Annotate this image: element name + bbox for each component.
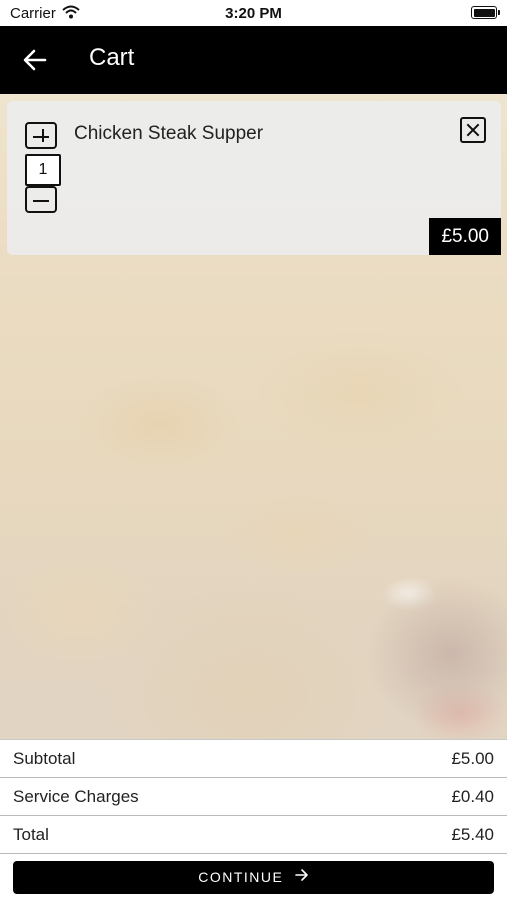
service-charges-label: Service Charges: [13, 787, 139, 806]
back-arrow-icon[interactable]: [22, 48, 48, 72]
remove-item-button[interactable]: [460, 117, 486, 143]
increment-button[interactable]: [25, 122, 57, 149]
quantity-stepper: 1: [25, 122, 61, 215]
decrement-button[interactable]: [25, 186, 57, 213]
order-summary: Subtotal £5.00 Service Charges £0.40 Tot…: [0, 739, 507, 901]
item-price: £5.00: [429, 218, 501, 255]
total-label: Total: [13, 825, 49, 844]
status-bar: Carrier 3:20 PM: [0, 0, 507, 26]
service-charges-value: £0.40: [451, 787, 494, 806]
continue-button[interactable]: CONTINUE: [13, 861, 494, 894]
quantity-value[interactable]: 1: [25, 154, 61, 186]
subtotal-label: Subtotal: [13, 749, 76, 768]
battery-icon: [471, 6, 500, 19]
total-value: £5.40: [451, 825, 494, 844]
subtotal-row: Subtotal £5.00: [0, 740, 507, 778]
app-header: Cart: [0, 26, 507, 94]
cart-item-card: 1 Chicken Steak Supper £5.00: [7, 101, 501, 255]
item-name: Chicken Steak Supper: [74, 123, 264, 144]
page-title: Cart: [89, 44, 135, 71]
status-time: 3:20 PM: [225, 5, 282, 22]
arrow-right-icon: [294, 860, 309, 893]
subtotal-value: £5.00: [451, 749, 494, 768]
service-charges-row: Service Charges £0.40: [0, 778, 507, 816]
total-row: Total £5.40: [0, 816, 507, 854]
continue-label: CONTINUE: [198, 869, 284, 885]
